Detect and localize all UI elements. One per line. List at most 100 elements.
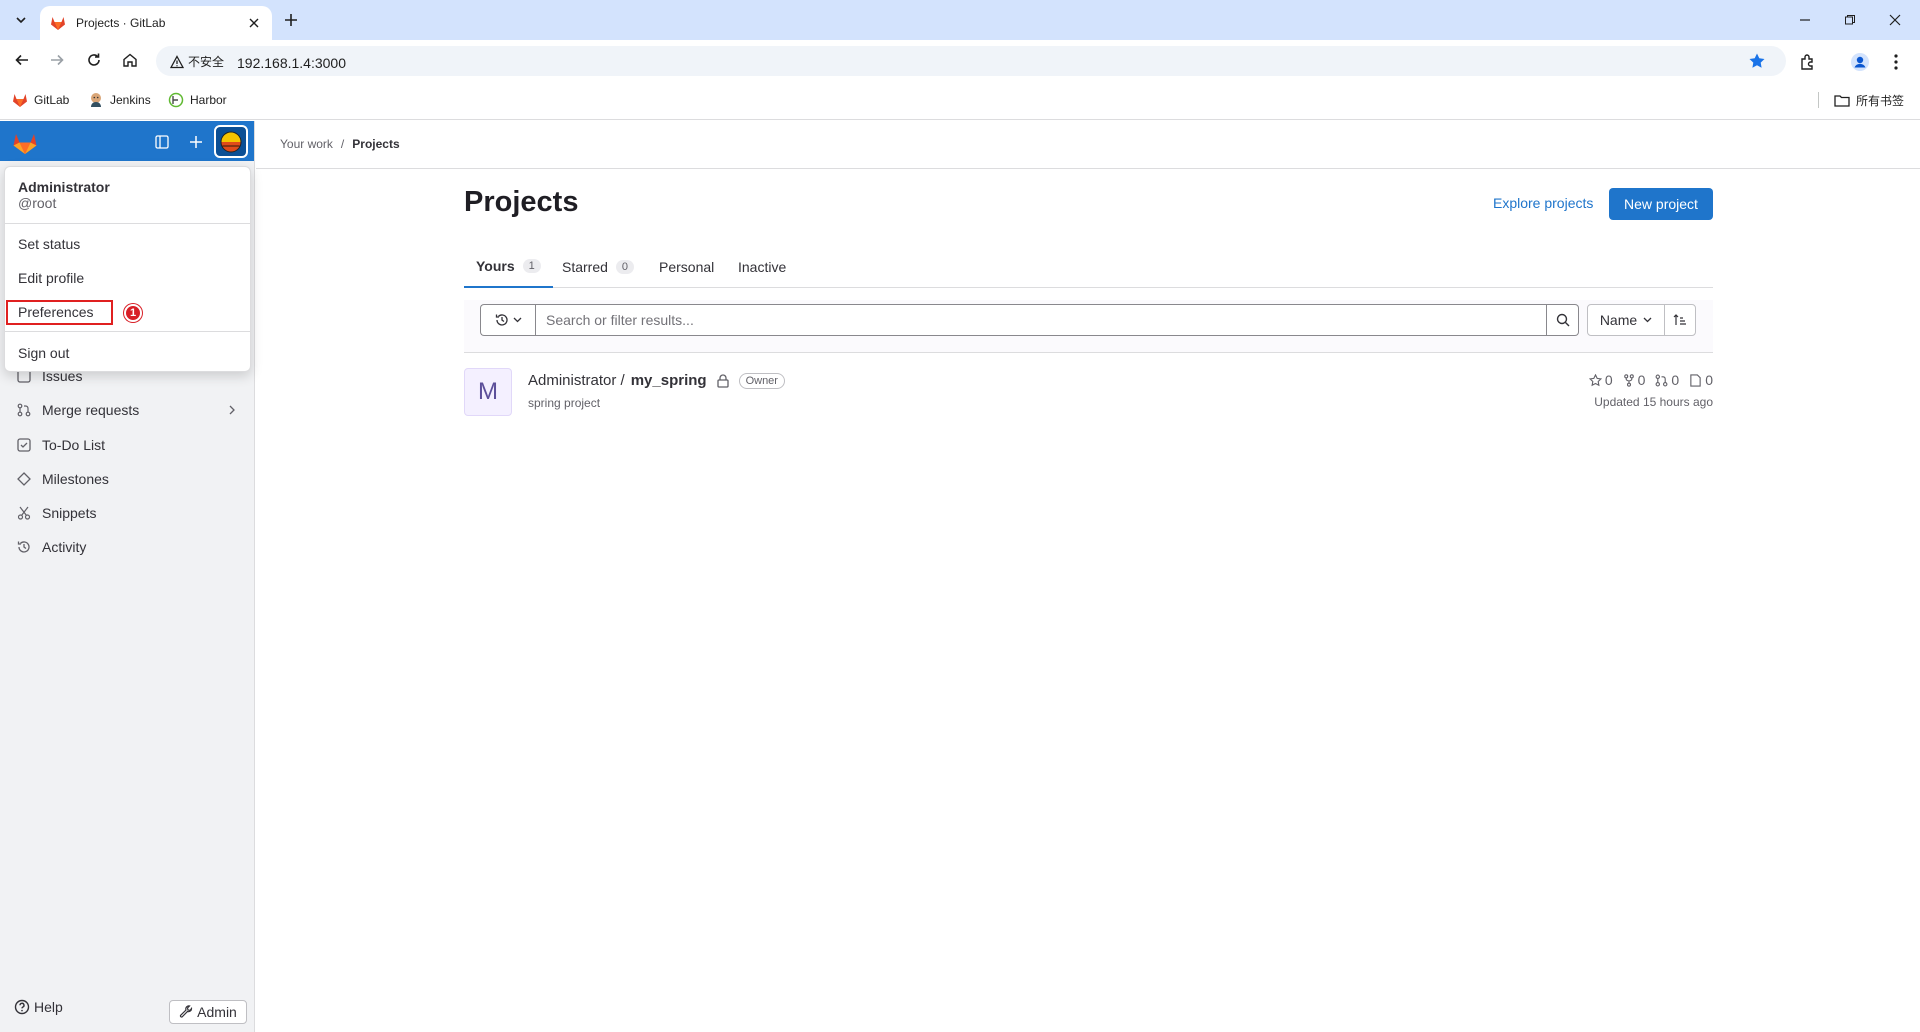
- address-bar[interactable]: [156, 46, 1786, 76]
- sidebar-item-activity[interactable]: Activity: [8, 531, 246, 563]
- browser-tab-active[interactable]: Projects · GitLab: [40, 6, 272, 40]
- sort-by-dropdown[interactable]: Name: [1587, 304, 1665, 336]
- explore-projects-link[interactable]: Explore projects: [1493, 195, 1593, 211]
- security-chip[interactable]: 不安全: [164, 51, 230, 72]
- project-updated-time: Updated 15 hours ago: [1594, 395, 1713, 409]
- role-badge: Owner: [738, 372, 785, 389]
- chevron-down-icon: [1643, 317, 1652, 323]
- bookmark-star-icon[interactable]: [1748, 52, 1766, 70]
- url-text[interactable]: 192.168.1.4:3000: [237, 55, 346, 71]
- menu-divider: [5, 223, 250, 224]
- breadcrumb: Your work / Projects: [280, 137, 400, 151]
- home-icon[interactable]: [120, 50, 140, 70]
- issues-count[interactable]: 0: [1689, 372, 1713, 388]
- preferences-highlight-box: [6, 300, 113, 325]
- project-title: Administrator / my_spring Owner: [528, 372, 785, 389]
- sort-direction-button[interactable]: [1664, 304, 1696, 336]
- back-arrow-icon[interactable]: [12, 50, 32, 70]
- sidebar-item-todo-list[interactable]: To-Do List: [8, 429, 246, 461]
- tab-inactive[interactable]: Inactive: [726, 246, 798, 288]
- issues-icon: [1689, 373, 1702, 387]
- sidebar-item-milestones[interactable]: Milestones: [8, 463, 246, 495]
- bookmark-harbor[interactable]: Harbor: [168, 92, 227, 108]
- new-tab-plus-icon[interactable]: [281, 10, 301, 30]
- tab-search-button[interactable]: [10, 9, 32, 31]
- bookmark-label: Jenkins: [110, 93, 151, 107]
- top-bar: Your work / Projects: [256, 121, 1920, 169]
- recent-searches-button[interactable]: [480, 304, 535, 336]
- bookmarks-divider: [1818, 92, 1819, 108]
- sidebar-item-snippets[interactable]: Snippets: [8, 497, 246, 529]
- user-handle: @root: [18, 195, 57, 211]
- user-avatar-button[interactable]: [214, 125, 248, 158]
- bookmark-gitlab[interactable]: GitLab: [12, 92, 69, 108]
- help-button[interactable]: Help: [14, 999, 63, 1015]
- breadcrumb-your-work[interactable]: Your work: [280, 137, 333, 151]
- merge-request-icon: [1655, 374, 1668, 387]
- bookmark-jenkins[interactable]: Jenkins: [88, 92, 151, 108]
- gitlab-favicon-icon: [50, 15, 66, 31]
- tab-label: Yours: [476, 258, 515, 274]
- all-bookmarks-label: 所有书签: [1856, 94, 1905, 108]
- tab-yours[interactable]: Yours 1: [464, 246, 553, 288]
- reload-icon[interactable]: [84, 50, 104, 70]
- close-window-icon[interactable]: [1885, 10, 1905, 30]
- tab-personal[interactable]: Personal: [647, 246, 726, 288]
- forks-count[interactable]: 0: [1623, 372, 1646, 388]
- tab-label: Personal: [659, 259, 715, 275]
- sidebar-item-label: Activity: [42, 539, 87, 555]
- snippet-icon: [16, 505, 32, 521]
- project-avatar[interactable]: M: [464, 368, 512, 416]
- project-name-link[interactable]: my_spring: [631, 372, 707, 389]
- profile-avatar-icon[interactable]: [1850, 52, 1870, 72]
- bookmarks-bar: [0, 80, 1920, 120]
- sign-out-item[interactable]: Sign out: [18, 345, 69, 361]
- project-stats: 0 0 0 0: [1588, 372, 1713, 388]
- merge-requests-count[interactable]: 0: [1655, 372, 1679, 388]
- project-namespace[interactable]: Administrator /: [528, 372, 625, 389]
- set-status-item[interactable]: Set status: [18, 236, 80, 252]
- user-menu-dropdown: Administrator @root Set status Edit prof…: [4, 166, 251, 372]
- new-project-button[interactable]: New project: [1609, 188, 1713, 220]
- stars-count[interactable]: 0: [1588, 372, 1613, 388]
- bookmark-label: GitLab: [34, 93, 70, 107]
- admin-button[interactable]: Admin: [169, 1000, 247, 1024]
- gitlab-logo-icon[interactable]: [12, 131, 38, 155]
- search-button[interactable]: [1547, 304, 1579, 336]
- page-title: Projects: [464, 186, 579, 218]
- minimize-icon[interactable]: [1795, 10, 1815, 30]
- close-tab-icon[interactable]: [246, 15, 262, 31]
- tab-label: Starred: [562, 259, 608, 275]
- all-bookmarks[interactable]: 所有书签: [1834, 92, 1904, 109]
- sidebar-item-label: Merge requests: [42, 402, 140, 418]
- project-description: spring project: [528, 396, 601, 410]
- stars-value: 0: [1604, 372, 1613, 388]
- security-label: 不安全: [188, 55, 225, 69]
- search-input[interactable]: [535, 304, 1547, 336]
- lock-icon: [716, 373, 729, 388]
- user-display-name[interactable]: Administrator: [18, 179, 110, 195]
- toggle-sidebar-icon[interactable]: [155, 135, 169, 149]
- folder-icon: [1834, 94, 1850, 108]
- project-tabs: Yours 1 Starred 0 Personal Inactive: [464, 246, 1713, 288]
- project-list-item: M Administrator / my_spring Owner spring…: [464, 354, 1713, 428]
- forks-value: 0: [1637, 372, 1646, 388]
- tab-count-badge: 1: [522, 259, 541, 273]
- jenkins-icon: [88, 92, 104, 108]
- browser-menu-icon[interactable]: [1886, 52, 1906, 72]
- tab-count-badge: 0: [615, 260, 635, 274]
- harbor-icon: [168, 92, 184, 108]
- sidebar-item-merge-requests[interactable]: Merge requests: [8, 394, 246, 426]
- history-icon: [495, 313, 509, 327]
- create-new-plus-icon[interactable]: [189, 135, 203, 149]
- edit-profile-item[interactable]: Edit profile: [18, 270, 84, 286]
- browser-tab-bar: Projects · GitLab: [0, 0, 1920, 40]
- breadcrumb-projects[interactable]: Projects: [352, 137, 399, 151]
- forward-arrow-icon[interactable]: [47, 50, 67, 70]
- tab-starred[interactable]: Starred 0: [550, 246, 646, 288]
- tab-label: Inactive: [738, 259, 787, 275]
- restore-icon[interactable]: [1840, 10, 1860, 30]
- milestone-icon: [16, 471, 32, 487]
- extensions-puzzle-icon[interactable]: [1798, 52, 1818, 72]
- merge-request-icon: [16, 402, 32, 418]
